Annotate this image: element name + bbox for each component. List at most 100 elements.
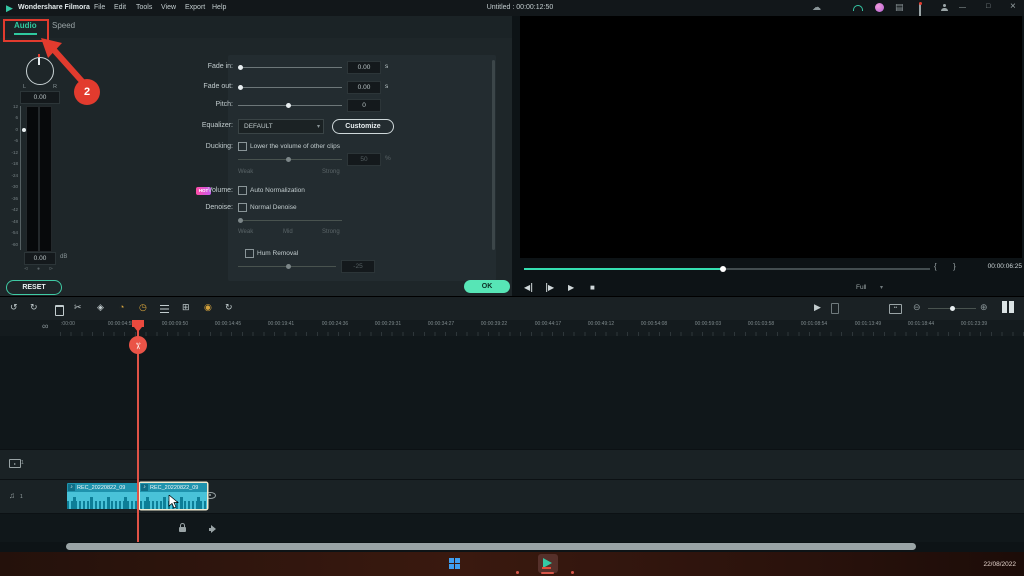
menu-tools[interactable]: Tools — [136, 4, 152, 11]
timeline-toolbar — [0, 296, 1024, 322]
taskbar-date: 22/08/2022 — [950, 561, 1016, 568]
timeline-hscroll-thumb[interactable] — [66, 543, 916, 550]
fade-in-value[interactable]: 0.00 — [347, 61, 381, 74]
undo-icon[interactable]: ↺ — [10, 303, 18, 312]
captions-icon[interactable]: •• — [889, 304, 902, 314]
ducking-checkbox[interactable] — [238, 142, 247, 151]
duration-timer-icon[interactable]: ◷ — [139, 303, 147, 312]
meter-peak-right-icon[interactable]: ⊳ — [49, 266, 53, 272]
motion-tracking-icon[interactable]: ◉ — [204, 303, 212, 312]
filmora-taskbar-button[interactable] — [538, 554, 558, 573]
clip-name: REC_20220822_09 — [77, 485, 125, 491]
shortcut-keyboard-icon[interactable]: ▤ — [895, 3, 904, 12]
pitch-slider[interactable] — [238, 105, 342, 106]
fade-in-unit: s — [385, 63, 388, 70]
redo-icon[interactable]: ↻ — [30, 303, 38, 312]
ruler-timecode: 00:00:34:27 — [411, 321, 471, 327]
headset-support-icon[interactable] — [853, 5, 863, 11]
render-preview-icon[interactable]: ▶ — [814, 303, 821, 312]
playback-progress-handle[interactable] — [720, 266, 726, 272]
timeline-tracks-area[interactable] — [0, 336, 1024, 552]
adjust-properties-icon[interactable] — [160, 305, 169, 313]
playhead-flag-tip — [134, 327, 142, 332]
minimize-button[interactable]: — — [959, 4, 966, 11]
playback-progress-bar[interactable] — [524, 268, 930, 270]
balance-left-label: L — [23, 84, 26, 90]
audio-track-icon: ♫ — [9, 492, 15, 500]
tab-speed[interactable]: Speed — [52, 21, 75, 30]
refresh-icon[interactable]: ↻ — [225, 303, 233, 312]
auto-normalization-checkbox[interactable] — [238, 186, 247, 195]
phone-preview-icon[interactable] — [831, 303, 839, 314]
ruler-timecode: 00:01:08:54 — [784, 321, 844, 327]
timeline-zoom-out-icon[interactable]: ⊖ — [913, 303, 921, 312]
cloud-icon[interactable]: ☁ — [812, 3, 821, 12]
play-button[interactable]: ▶ — [568, 283, 574, 292]
ducking-value: 50 — [347, 153, 381, 166]
normal-denoise-checkbox[interactable] — [238, 203, 247, 212]
start-button-icon[interactable] — [449, 558, 460, 569]
denoise-weak-label: Weak — [238, 229, 253, 235]
next-frame-button[interactable]: ◀ — [546, 283, 554, 292]
meter-peak-left-icon[interactable]: ⊲ — [24, 266, 28, 272]
timeline-zoom-slider[interactable] — [928, 308, 976, 309]
meter-scale-label: -12 — [6, 150, 18, 155]
meter-scale-label: 6 — [6, 115, 18, 120]
menu-file[interactable]: File — [94, 4, 105, 11]
ducking-slider[interactable] — [238, 159, 342, 160]
playhead-flag[interactable] — [132, 320, 144, 327]
preview-quality-dropdown[interactable]: Full — [856, 284, 866, 291]
audio-track-lock-icon[interactable] — [179, 527, 186, 532]
equalizer-dropdown[interactable]: DEFAULT ▾ — [238, 119, 324, 134]
fade-out-value[interactable]: 0.00 — [347, 81, 381, 94]
hum-removal-label: Hum Removal — [257, 250, 298, 257]
speed-ramping-icon[interactable]: ◔ — [119, 303, 124, 312]
stop-button[interactable]: ■ — [590, 283, 595, 292]
mark-out-icon[interactable]: } — [953, 262, 956, 271]
meter-scale-label: -30 — [6, 184, 18, 189]
fade-in-slider[interactable] — [238, 67, 342, 68]
delete-trash-icon[interactable] — [55, 305, 64, 316]
mark-in-icon[interactable]: { — [934, 262, 937, 271]
audio-track-number: 1 — [20, 494, 23, 500]
ok-button[interactable]: OK — [464, 280, 510, 293]
account-avatar[interactable] — [875, 3, 884, 12]
keyframe-icon[interactable]: ⊞ — [182, 303, 190, 312]
ruler-timecode: 00:01:13:49 — [838, 321, 898, 327]
equalizer-label: Equalizer: — [140, 122, 233, 129]
chevron-down-icon: ▾ — [317, 123, 320, 130]
fade-out-slider[interactable] — [238, 87, 342, 88]
meter-scale-label: -42 — [6, 207, 18, 212]
meter-mode-icon[interactable]: ● — [37, 266, 40, 272]
quality-caret-icon[interactable]: ▾ — [880, 284, 883, 291]
reset-button[interactable]: RESET — [6, 280, 62, 295]
close-button[interactable]: × — [1010, 1, 1016, 12]
marker-icon[interactable]: ◈ — [97, 303, 104, 312]
meter-scale-label: -36 — [6, 196, 18, 201]
panel-scrollbar[interactable] — [492, 60, 495, 250]
audio-clip-1[interactable]: ♪ REC_20220822_09 — [67, 483, 138, 509]
video-track[interactable] — [0, 449, 1024, 480]
previous-frame-button[interactable]: ▶ — [524, 283, 532, 292]
video-track-number: 1 — [21, 460, 24, 466]
equalizer-customize-button[interactable]: Customize — [332, 119, 394, 134]
fade-out-unit: s — [385, 83, 388, 90]
panel-layout-toggle-icon[interactable] — [1002, 301, 1014, 313]
ruler-timecode: 00:00:39:22 — [464, 321, 524, 327]
hum-removal-checkbox[interactable] — [245, 249, 254, 258]
timeline-zoom-in-icon[interactable]: ⊕ — [980, 303, 988, 312]
split-scissors-icon[interactable]: ✂ — [74, 303, 82, 312]
menu-edit[interactable]: Edit — [114, 4, 126, 11]
pitch-value[interactable]: 0 — [347, 99, 381, 112]
denoise-slider[interactable] — [238, 220, 342, 221]
menu-view[interactable]: View — [161, 4, 176, 11]
audio-track-mute-icon[interactable] — [209, 525, 217, 533]
playhead-split-scissors-button[interactable]: ✂ — [129, 336, 147, 354]
hum-removal-slider[interactable] — [238, 266, 336, 267]
capture-app-running-dot — [571, 571, 574, 574]
menu-help[interactable]: Help — [212, 4, 226, 11]
preview-video-canvas[interactable] — [520, 16, 1022, 258]
maximize-button[interactable]: □ — [986, 3, 990, 10]
menu-export[interactable]: Export — [185, 4, 205, 11]
ducking-checkbox-label: Lower the volume of other clips — [250, 143, 340, 150]
